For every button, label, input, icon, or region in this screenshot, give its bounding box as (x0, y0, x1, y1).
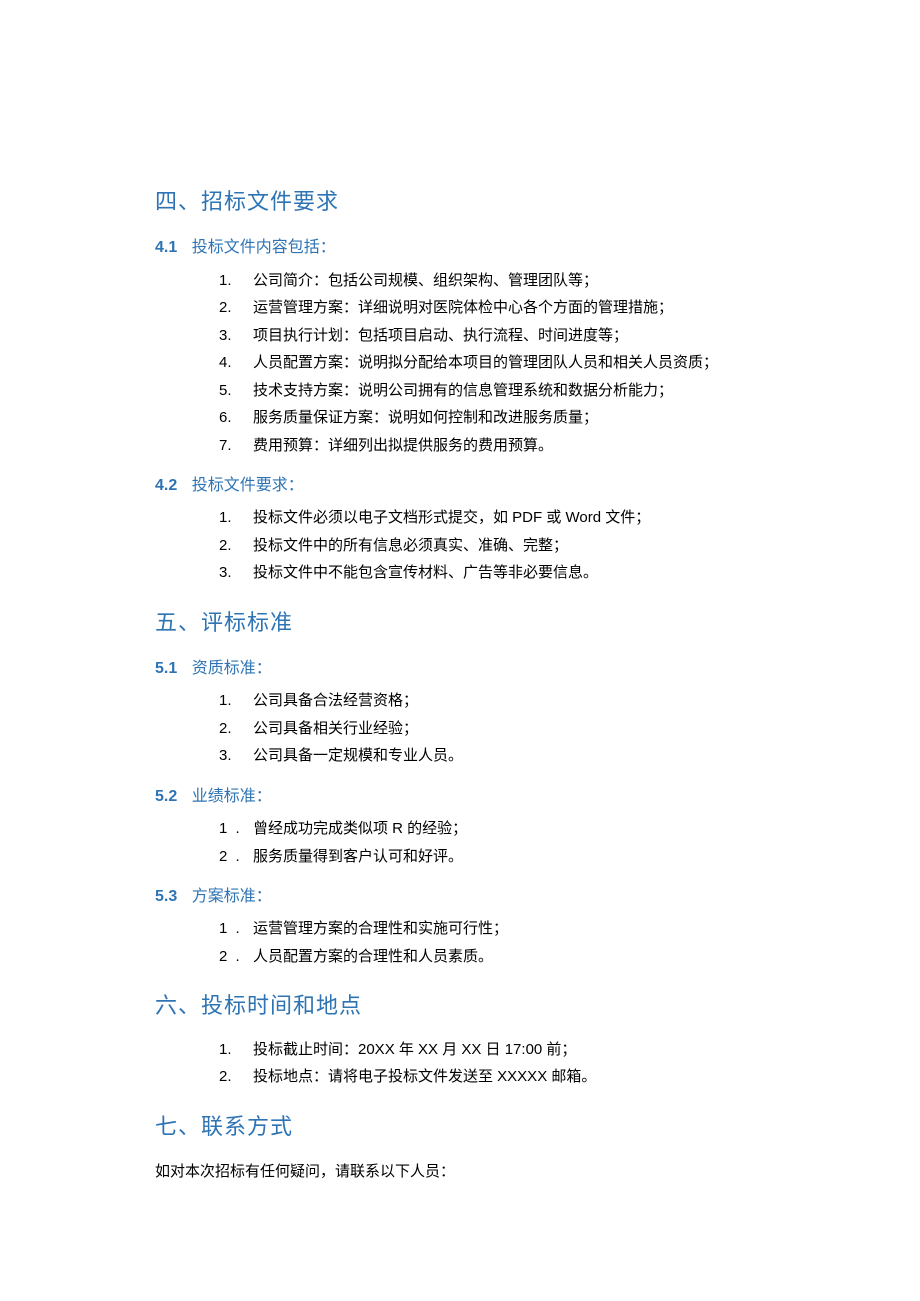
section-5-3-num: 5.3 (155, 888, 177, 905)
section-4-2-label: 投标文件要求： (192, 477, 304, 494)
section-5-2-list: 1 .曾经成功完成类似项 R 的经验； 2 .服务质量得到客户认可和好评。 (155, 816, 765, 869)
list-marker: 1. (219, 505, 253, 531)
list-marker: 2. (219, 716, 253, 742)
section-5-title: 五、评标标准 (155, 604, 765, 641)
section-7-paragraph: 如对本次招标有任何疑问，请联系以下人员： (155, 1159, 765, 1185)
list-text: 人员配置方案的合理性和人员素质。 (253, 944, 493, 970)
list-item: 2.公司具备相关行业经验； (219, 716, 765, 742)
section-5-3-list: 1 .运营管理方案的合理性和实施可行性； 2 .人员配置方案的合理性和人员素质。 (155, 916, 765, 969)
section-5-2-heading: 5.2 业绩标准： (155, 783, 765, 810)
section-4-2-list: 1.投标文件必须以电子文档形式提交，如 PDF 或 Word 文件； 2.投标文… (155, 505, 765, 586)
list-item: 2.投标地点：请将电子投标文件发送至 XXXXX 邮箱。 (219, 1064, 765, 1090)
list-text: 公司具备相关行业经验； (253, 716, 418, 742)
list-marker: 2. (219, 533, 253, 559)
list-marker: 2 . (219, 944, 253, 970)
list-item: 3.投标文件中不能包含宣传材料、广告等非必要信息。 (219, 560, 765, 586)
section-4-title: 四、招标文件要求 (155, 183, 765, 220)
list-text: 技术支持方案：说明公司拥有的信息管理系统和数据分析能力； (253, 378, 673, 404)
list-item: 1 .曾经成功完成类似项 R 的经验； (219, 816, 765, 842)
section-5-3-heading: 5.3 方案标准： (155, 883, 765, 910)
list-text: 公司具备合法经营资格； (253, 688, 418, 714)
list-item: 1 .运营管理方案的合理性和实施可行性； (219, 916, 765, 942)
list-item: 5.技术支持方案：说明公司拥有的信息管理系统和数据分析能力； (219, 378, 765, 404)
list-item: 1.公司具备合法经营资格； (219, 688, 765, 714)
list-text: 曾经成功完成类似项 R 的经验； (253, 816, 467, 842)
section-5-1-list: 1.公司具备合法经营资格； 2.公司具备相关行业经验； 3.公司具备一定规模和专… (155, 688, 765, 769)
list-item: 2.投标文件中的所有信息必须真实、准确、完整； (219, 533, 765, 559)
list-text: 项目执行计划：包括项目启动、执行流程、时间进度等； (253, 323, 628, 349)
list-item: 7.费用预算：详细列出拟提供服务的费用预算。 (219, 433, 765, 459)
section-4-1-num: 4.1 (155, 239, 177, 256)
list-item: 1.投标截止时间：20XX 年 XX 月 XX 日 17:00 前； (219, 1037, 765, 1063)
section-5-2-num: 5.2 (155, 788, 177, 805)
list-item: 3.公司具备一定规模和专业人员。 (219, 743, 765, 769)
list-text: 公司具备一定规模和专业人员。 (253, 743, 463, 769)
list-item: 4.人员配置方案：说明拟分配给本项目的管理团队人员和相关人员资质； (219, 350, 765, 376)
section-5-3-label: 方案标准： (192, 888, 272, 905)
section-5-1-heading: 5.1 资质标准： (155, 655, 765, 682)
list-item: 2.运营管理方案：详细说明对医院体检中心各个方面的管理措施； (219, 295, 765, 321)
list-text: 投标文件中不能包含宣传材料、广告等非必要信息。 (253, 560, 598, 586)
section-4-1-label: 投标文件内容包括： (192, 239, 336, 256)
list-text: 运营管理方案：详细说明对医院体检中心各个方面的管理措施； (253, 295, 673, 321)
list-text: 人员配置方案：说明拟分配给本项目的管理团队人员和相关人员资质； (253, 350, 718, 376)
list-marker: 1. (219, 268, 253, 294)
list-item: 2 .人员配置方案的合理性和人员素质。 (219, 944, 765, 970)
list-marker: 4. (219, 350, 253, 376)
list-text: 投标截止时间：20XX 年 XX 月 XX 日 17:00 前； (253, 1037, 576, 1063)
list-text: 公司简介：包括公司规模、组织架构、管理团队等； (253, 268, 598, 294)
list-marker: 5. (219, 378, 253, 404)
section-4-1-list: 1.公司简介：包括公司规模、组织架构、管理团队等； 2.运营管理方案：详细说明对… (155, 268, 765, 459)
list-text: 投标地点：请将电子投标文件发送至 XXXXX 邮箱。 (253, 1064, 596, 1090)
section-4-1-heading: 4.1 投标文件内容包括： (155, 234, 765, 261)
list-marker: 2. (219, 1064, 253, 1090)
list-item: 2 .服务质量得到客户认可和好评。 (219, 844, 765, 870)
list-marker: 1 . (219, 916, 253, 942)
list-item: 1.投标文件必须以电子文档形式提交，如 PDF 或 Word 文件； (219, 505, 765, 531)
list-text: 服务质量得到客户认可和好评。 (253, 844, 463, 870)
list-item: 3.项目执行计划：包括项目启动、执行流程、时间进度等； (219, 323, 765, 349)
list-marker: 3. (219, 743, 253, 769)
list-marker: 1. (219, 688, 253, 714)
section-5-1-label: 资质标准： (192, 660, 272, 677)
list-text: 运营管理方案的合理性和实施可行性； (253, 916, 508, 942)
section-4-2-num: 4.2 (155, 477, 177, 494)
list-marker: 6. (219, 405, 253, 431)
list-text: 服务质量保证方案：说明如何控制和改进服务质量； (253, 405, 598, 431)
section-4-2-heading: 4.2 投标文件要求： (155, 472, 765, 499)
list-marker: 2 . (219, 844, 253, 870)
list-marker: 3. (219, 560, 253, 586)
list-marker: 3. (219, 323, 253, 349)
list-marker: 2. (219, 295, 253, 321)
section-6-title: 六、投标时间和地点 (155, 987, 765, 1024)
section-5-1-num: 5.1 (155, 660, 177, 677)
list-text: 投标文件必须以电子文档形式提交，如 PDF 或 Word 文件； (253, 505, 650, 531)
list-marker: 7. (219, 433, 253, 459)
list-item: 6.服务质量保证方案：说明如何控制和改进服务质量； (219, 405, 765, 431)
list-marker: 1 . (219, 816, 253, 842)
section-7-title: 七、联系方式 (155, 1108, 765, 1145)
list-item: 1.公司简介：包括公司规模、组织架构、管理团队等； (219, 268, 765, 294)
section-6-list: 1.投标截止时间：20XX 年 XX 月 XX 日 17:00 前； 2.投标地… (155, 1037, 765, 1090)
list-marker: 1. (219, 1037, 253, 1063)
list-text: 费用预算：详细列出拟提供服务的费用预算。 (253, 433, 553, 459)
section-5-2-label: 业绩标准： (192, 788, 272, 805)
list-text: 投标文件中的所有信息必须真实、准确、完整； (253, 533, 568, 559)
